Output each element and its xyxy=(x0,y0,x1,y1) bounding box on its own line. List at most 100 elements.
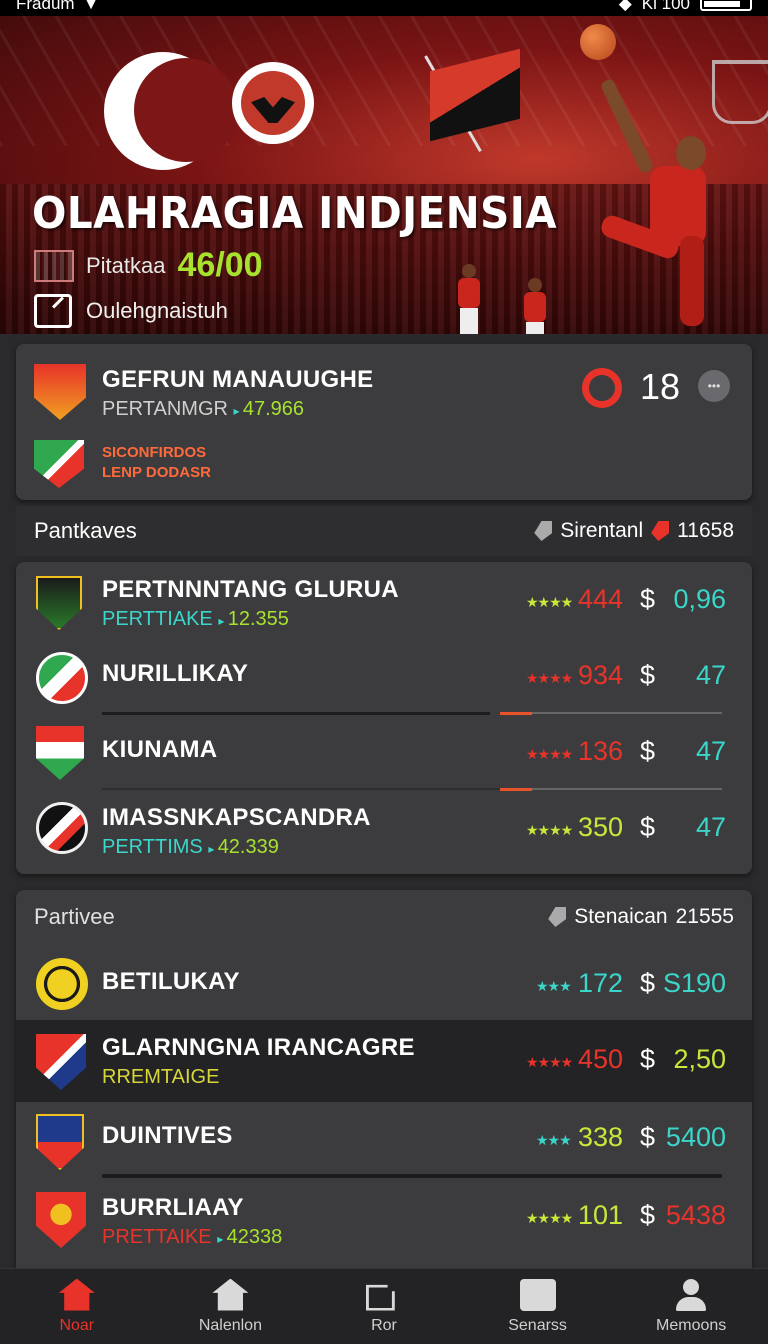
team-price: 47 xyxy=(695,660,726,690)
section-meta-label: Sirentanl xyxy=(560,519,644,542)
nav-home[interactable]: Noar xyxy=(0,1269,154,1344)
home-icon[interactable] xyxy=(58,1278,95,1311)
team-crest-icon xyxy=(34,364,86,420)
team-price: 2,50 xyxy=(673,1044,726,1074)
list-item[interactable]: GLARNNGNA IRANCAGRE RREMTAIGE ★★★★ 450 $… xyxy=(16,1020,752,1102)
featured-score: 18 xyxy=(640,366,681,407)
featured-sub-value: 47.966 xyxy=(242,398,305,420)
team-crest-icon xyxy=(36,1192,86,1248)
section-header: Partivee Stenaican 21555 xyxy=(16,892,752,942)
edit-box-icon[interactable] xyxy=(34,294,72,328)
team-crest-icon xyxy=(36,1034,86,1090)
status-bar: Fradum ▼ ◆ Ki 100 xyxy=(0,0,768,16)
list-item[interactable]: PERTNNNTANG GLURUA PERTTIAKE ▸ 12.355 ★★… xyxy=(16,562,752,638)
nav-scores[interactable]: Senarss xyxy=(461,1269,615,1344)
team-points: 101 xyxy=(578,1200,624,1230)
hero-action[interactable]: Oulehgnaistuh xyxy=(34,294,228,328)
team-points: 444 xyxy=(578,584,624,614)
team-name: KIUNAMA xyxy=(102,736,218,763)
nav-edit[interactable]: Ror xyxy=(307,1269,461,1344)
team-price: 5438 xyxy=(665,1200,726,1230)
featured-sub-label: PERTANMGR xyxy=(102,398,228,420)
team-crest-icon xyxy=(34,440,84,488)
team-points: 350 xyxy=(578,812,624,842)
edit-icon[interactable] xyxy=(365,1284,395,1311)
divider xyxy=(102,1174,722,1178)
section-meta: Stenaican 21555 xyxy=(548,905,734,929)
featured-match-card[interactable]: GEFRUN MANAUUGHE PERTANMGR ▸ 47.966 SICO… xyxy=(16,344,752,500)
more-options-icon[interactable]: ••• xyxy=(698,370,730,402)
team-sub-label: RREMTAIGE xyxy=(102,1066,220,1088)
team-name: BURRLIAAY xyxy=(102,1194,244,1221)
carrier-label: Fradum xyxy=(16,0,75,13)
list-item[interactable]: DUINTIVES ★★★ 338 $ 5400 xyxy=(16,1104,752,1180)
section-meta-value: 21555 xyxy=(675,905,734,928)
rating-stars: ★★★★ xyxy=(526,670,573,686)
list-item[interactable]: BURRLIAAY PRETTAIKE ▸ 42338 ★★★★ 101 $ 5… xyxy=(16,1184,752,1260)
rating-stars: ★★★★ xyxy=(526,1054,573,1070)
featured-team-name: GEFRUN MANAUUGHE xyxy=(102,366,374,393)
home-outline-icon[interactable] xyxy=(212,1278,249,1311)
nav-label[interactable]: Memoons xyxy=(656,1317,726,1335)
rating-stars: ★★★ xyxy=(536,1132,572,1148)
section-meta-value: 11658 xyxy=(677,519,734,542)
battery-icon xyxy=(700,0,752,11)
team-price: 5400 xyxy=(665,1122,726,1152)
team-points: 136 xyxy=(578,736,624,766)
nav-profile[interactable]: Memoons xyxy=(614,1269,768,1344)
section-header: Pantkaves Sirentanl 11658 xyxy=(16,506,752,556)
team-sub-value: 42.339 xyxy=(217,836,279,858)
team-list-card: Partivee Stenaican 21555 BETILUKAY ★★★ 1… xyxy=(16,890,752,1268)
featured-line2: SICONFIRDOS xyxy=(102,444,207,461)
section-title: Partivee xyxy=(34,904,115,929)
team-name: GLARNNGNA IRANCAGRE xyxy=(102,1034,415,1061)
hero-banner: OLAHRAGIA INDJENSIA Pitatkaa 46/00 Ouleh… xyxy=(0,16,768,334)
jumping-player-graphic xyxy=(598,77,720,326)
hero-title: OLAHRAGIA INDJENSIA xyxy=(32,188,558,239)
team-points: 338 xyxy=(578,1122,624,1152)
list-item[interactable]: NURILLIKAY ★★★★ 934 $ 47 xyxy=(16,638,752,714)
nav-label[interactable]: Senarss xyxy=(508,1317,567,1335)
wifi-icon: ◆ xyxy=(618,0,632,13)
section-meta: Sirentanl 11658 xyxy=(534,519,734,543)
team-sub: PRETTAIKE ▸ 42338 xyxy=(102,1226,282,1249)
list-item[interactable]: KIUNAMA ★★★★ 136 $ 47 xyxy=(16,714,752,790)
team-sub-value: 12.355 xyxy=(227,608,289,630)
team-sub: PERTTIMS ▸ 42.339 xyxy=(102,836,279,859)
team-sub: PERTTIAKE ▸ 12.355 xyxy=(102,608,289,631)
team-name: BETILUKAY xyxy=(102,968,240,995)
rating-stars: ★★★★ xyxy=(526,746,573,762)
nav-label[interactable]: Noar xyxy=(59,1317,94,1335)
battery-label: Ki 100 xyxy=(641,0,690,13)
rating-stars: ★★★ xyxy=(536,978,572,994)
hero-action-label[interactable]: Oulehgnaistuh xyxy=(86,298,228,324)
arrow-right-icon: ▸ xyxy=(233,404,243,418)
scoreboard-icon[interactable] xyxy=(519,1278,556,1311)
tag-icon xyxy=(651,521,670,541)
rating-stars: ★★★★ xyxy=(526,1210,573,1226)
basketball-icon xyxy=(580,24,616,60)
nav-label[interactable]: Nalenlon xyxy=(199,1317,262,1335)
team-price: 0,96 xyxy=(673,584,726,614)
team-crest-icon xyxy=(36,1114,84,1170)
team-points: 450 xyxy=(578,1044,624,1074)
rating-stars: ★★★★ xyxy=(526,822,573,838)
team-crest-icon xyxy=(36,802,88,854)
section-title: Pantkaves xyxy=(34,518,137,543)
nav-label[interactable]: Ror xyxy=(371,1317,397,1335)
user-icon[interactable] xyxy=(673,1278,709,1311)
hero-stat: Pitatkaa 46/00 xyxy=(34,246,263,285)
eagle-emblem-icon xyxy=(232,62,314,144)
section-meta-label: Stenaican xyxy=(574,905,668,928)
team-name: NURILLIKAY xyxy=(102,660,249,687)
nav-explore[interactable]: Nalenlon xyxy=(154,1269,308,1344)
chevron-down-icon: ▼ xyxy=(82,0,100,13)
basketball-hoop-graphic xyxy=(712,60,768,124)
arrow-right-icon: ▸ xyxy=(208,842,218,856)
list-item[interactable]: BETILUKAY ★★★ 172 $ S190 xyxy=(16,946,752,1022)
list-item[interactable]: IMASSNKAPSCANDRA PERTTIMS ▸ 42.339 ★★★★ … xyxy=(16,790,752,866)
team-crest-icon xyxy=(36,652,88,704)
live-score-icon xyxy=(582,368,622,408)
team-name: IMASSNKAPSCANDRA xyxy=(102,804,371,831)
hero-stat-value: 46/00 xyxy=(177,246,263,284)
